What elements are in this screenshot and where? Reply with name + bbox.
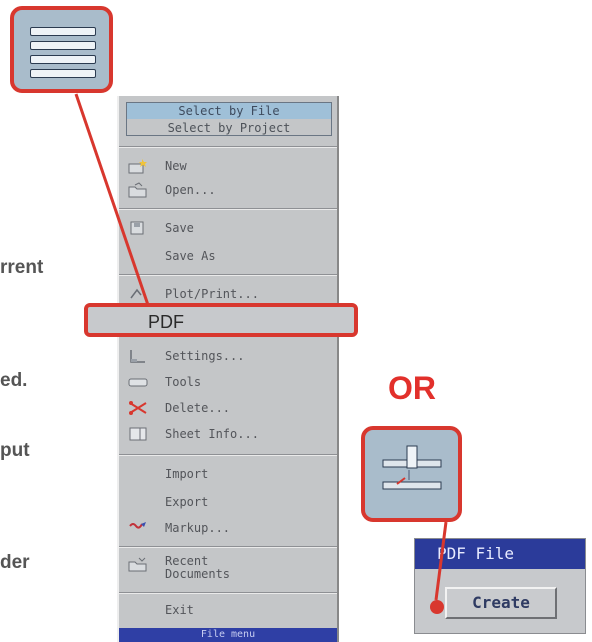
pdf-toolbar-button[interactable] bbox=[361, 426, 462, 522]
pdf-file-panel-title: PDF File bbox=[415, 539, 585, 569]
doc-text-fragment: put bbox=[0, 440, 30, 461]
pdf-file-toolbar-icon bbox=[382, 445, 442, 490]
file-menu-toolbar-button[interactable] bbox=[10, 6, 113, 93]
menu-item-label: Settings... bbox=[165, 349, 245, 363]
menu-item-import[interactable]: Import bbox=[119, 462, 337, 486]
menu-divider bbox=[119, 208, 337, 210]
menu-item-label: Tools bbox=[165, 375, 202, 389]
menu-item-exit[interactable]: Exit bbox=[119, 598, 337, 622]
menu-footer-bar: File menu bbox=[119, 628, 337, 642]
menu-item-label: Delete... bbox=[165, 401, 231, 415]
menu-lines-icon bbox=[30, 27, 96, 78]
menu-item-label: Open... bbox=[165, 183, 216, 197]
settings-icon bbox=[127, 348, 149, 364]
scissors-icon bbox=[127, 400, 149, 416]
sheet-info-icon bbox=[127, 426, 149, 442]
menu-item-new[interactable]: New bbox=[119, 154, 337, 178]
menu-item-label: Plot/Print... bbox=[165, 287, 259, 301]
new-file-icon bbox=[127, 158, 149, 174]
save-disk-icon bbox=[127, 220, 149, 236]
menu-item-open[interactable]: Open... bbox=[119, 178, 337, 202]
select-by-project-option[interactable]: Select by Project bbox=[127, 120, 331, 136]
menu-divider bbox=[119, 146, 337, 148]
menu-item-pdf-label: PDF bbox=[148, 312, 184, 332]
recent-folder-icon bbox=[127, 556, 149, 572]
open-folder-icon bbox=[127, 182, 149, 198]
plot-print-icon bbox=[127, 286, 149, 302]
menu-item-label: Sheet Info... bbox=[165, 427, 259, 441]
menu-item-label: Exit bbox=[165, 603, 194, 617]
menu-item-label: New bbox=[165, 159, 187, 173]
menu-item-label: Recent Documents bbox=[165, 554, 231, 581]
menu-item-label: Save As bbox=[165, 249, 216, 263]
menu-item-recent-documents[interactable]: Recent Documents bbox=[119, 552, 337, 586]
doc-text-fragment: ed. bbox=[0, 370, 28, 391]
menu-item-delete[interactable]: Delete... bbox=[119, 396, 337, 420]
menu-divider bbox=[119, 454, 337, 456]
create-indicator-dot bbox=[430, 600, 444, 614]
doc-text-fragment: der bbox=[0, 552, 30, 573]
create-button[interactable]: Create bbox=[445, 587, 557, 619]
select-mode-group: Select by File Select by Project bbox=[126, 102, 332, 136]
menu-item-sheet-info[interactable]: Sheet Info... bbox=[119, 422, 337, 446]
tools-icon bbox=[127, 374, 149, 390]
menu-divider bbox=[119, 274, 337, 276]
menu-item-export[interactable]: Export bbox=[119, 490, 337, 514]
pdf-file-panel: PDF File Create bbox=[414, 538, 586, 634]
menu-item-pdf[interactable]: PDF bbox=[84, 303, 358, 337]
markup-pen-icon bbox=[127, 520, 149, 536]
or-label: OR bbox=[388, 370, 436, 406]
menu-divider bbox=[119, 592, 337, 594]
menu-item-save-as[interactable]: Save As bbox=[119, 244, 337, 268]
file-menu: Select by File Select by Project New Ope… bbox=[117, 96, 339, 642]
menu-item-save[interactable]: Save bbox=[119, 216, 337, 240]
menu-item-label: Export bbox=[165, 495, 209, 509]
menu-item-tools[interactable]: Tools bbox=[119, 370, 337, 394]
menu-divider bbox=[119, 546, 337, 548]
doc-text-fragment: rrent bbox=[0, 257, 44, 278]
select-by-file-option[interactable]: Select by File bbox=[127, 103, 331, 119]
menu-item-label: Markup... bbox=[165, 521, 231, 535]
menu-item-label: Save bbox=[165, 221, 194, 235]
menu-item-label: Import bbox=[165, 467, 209, 481]
menu-item-markup[interactable]: Markup... bbox=[119, 516, 337, 540]
menu-item-settings[interactable]: Settings... bbox=[119, 344, 337, 368]
